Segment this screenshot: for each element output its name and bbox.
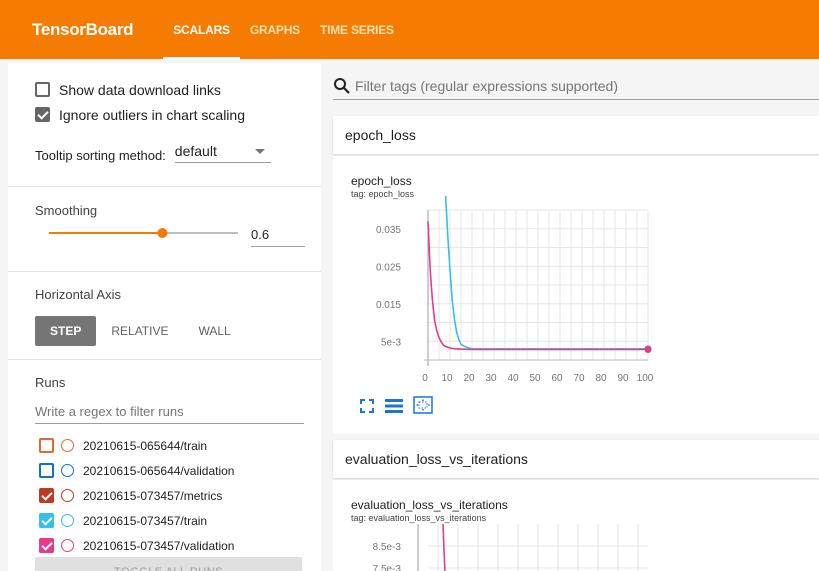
x-tick-label: 0 (422, 373, 428, 384)
show-download-links-label: Show data download links (59, 81, 221, 98)
run-color-icon[interactable] (61, 439, 74, 452)
run-item[interactable]: 20210615-065644/validation (8, 458, 321, 483)
runs-list: 20210615-065644/train 20210615-065644/va… (8, 433, 321, 558)
smoothing-input[interactable]: 0.6 (251, 225, 305, 247)
runs-section: Runs Write a regex to filter runs 202106… (8, 360, 321, 558)
run-name: 20210615-073457/train (83, 513, 208, 528)
x-tick-label: 10 (441, 373, 453, 384)
evaluation-loss-chart[interactable]: 8.5e-3 7.5e-3 (333, 524, 819, 571)
axis-wall-button[interactable]: WALL (183, 316, 245, 346)
run-name: 20210615-065644/validation (83, 463, 235, 478)
run-checkbox[interactable] (39, 513, 54, 528)
horizontal-axis-title: Horizontal Axis (35, 287, 121, 302)
y-tick-label: 0.025 (376, 262, 401, 273)
fullscreen-icon[interactable] (360, 399, 374, 413)
scalar-card-epoch-loss: epoch_loss tag: epoch_loss 5e-3 0.015 0.02… (333, 156, 819, 434)
tab-scalars[interactable]: SCALARS (163, 0, 240, 59)
y-tick-label: 0.015 (376, 300, 401, 311)
axis-relative-button[interactable]: RELATIVE (96, 316, 183, 346)
show-download-links-option[interactable]: Show data download links (8, 77, 321, 102)
x-tick-label: 50 (529, 373, 541, 384)
x-tick-label: 100 (637, 373, 654, 384)
search-icon (334, 77, 350, 94)
toggle-all-runs-button[interactable]: TOGGLE ALL RUNS (35, 557, 302, 571)
sidebar: Show data download links Ignore outliers… (8, 63, 321, 571)
fit-domain-icon[interactable] (413, 396, 433, 414)
x-tick-label: 80 (595, 373, 607, 384)
slider-thumb[interactable] (157, 228, 168, 238)
run-item[interactable]: 20210615-073457/metrics (8, 483, 321, 508)
chart-title: epoch_loss (351, 174, 412, 188)
chevron-down-icon (254, 148, 265, 154)
tab-graphs[interactable]: GRAPHS (240, 0, 310, 59)
x-tick-label: 40 (507, 373, 519, 384)
tooltip-sorting-select[interactable]: default (174, 143, 271, 163)
run-name: 20210615-065644/train (83, 438, 208, 453)
series-line (442, 524, 446, 571)
smoothing-section: Smoothing 0.6 (8, 187, 321, 272)
epoch-loss-chart[interactable]: 5e-3 0.015 0.025 0.035 0 10 20 30 40 50 60 70 80 90 10… (333, 196, 819, 436)
run-name: 20210615-073457/validation (83, 538, 235, 553)
runs-filter-input[interactable]: Write a regex to filter runs (35, 404, 304, 424)
x-tick-label: 60 (551, 373, 563, 384)
brand-title: TensorBoard (32, 19, 134, 39)
tooltip-sorting-label: Tooltip sorting method: (35, 148, 166, 163)
x-tick-label: 90 (617, 373, 629, 384)
tag-filter-input[interactable]: Filter tags (regular expressions support… (333, 72, 819, 100)
runs-title: Runs (35, 375, 66, 390)
run-item[interactable]: 20210615-073457/validation (8, 533, 321, 558)
tag-filter-placeholder: Filter tags (regular expressions support… (355, 77, 619, 94)
top-app-bar: TensorBoard SCALARS GRAPHS TIME SERIES (0, 0, 819, 59)
show-download-links-checkbox[interactable] (35, 82, 50, 97)
series-end-point (644, 346, 652, 353)
chart-tag: tag: evaluation_loss_vs_iterations (351, 513, 487, 523)
scalar-card-evaluation-loss: evaluation_loss_vs_iterations tag: evalu… (333, 480, 819, 571)
smoothing-title: Smoothing (35, 203, 98, 218)
ignore-outliers-label: Ignore outliers in chart scaling (59, 106, 245, 123)
chart-title: evaluation_loss_vs_iterations (351, 498, 508, 512)
x-tick-label: 20 (463, 373, 475, 384)
x-tick-label: 30 (485, 373, 497, 384)
axis-step-button[interactable]: STEP (35, 316, 97, 346)
y-tick-label: 0.035 (376, 225, 401, 236)
ignore-outliers-checkbox[interactable] (35, 107, 50, 122)
category-header-evaluation-loss[interactable]: evaluation_loss_vs_iterations (333, 440, 819, 478)
tab-time-series[interactable]: TIME SERIES (310, 0, 404, 59)
run-color-icon[interactable] (61, 539, 74, 552)
run-color-icon[interactable] (61, 464, 74, 477)
settings-section: Show data download links Ignore outliers… (8, 63, 321, 187)
run-checkbox[interactable] (39, 488, 54, 503)
run-item[interactable]: 20210615-065644/train (8, 433, 321, 458)
log-scale-icon[interactable] (385, 398, 403, 414)
horizontal-axis-section: Horizontal Axis STEP RELATIVE WALL (8, 272, 321, 360)
run-color-icon[interactable] (61, 489, 74, 502)
horizontal-axis-buttons: STEP RELATIVE WALL (8, 316, 321, 346)
tooltip-sorting-row: Tooltip sorting method: default (8, 143, 321, 163)
y-tick-label: 5e-3 (381, 337, 401, 348)
ignore-outliers-option[interactable]: Ignore outliers in chart scaling (8, 102, 321, 127)
category-header-epoch-loss[interactable]: epoch_loss (333, 116, 819, 154)
run-color-icon[interactable] (61, 514, 74, 527)
y-tick-label: 8.5e-3 (373, 542, 402, 553)
run-checkbox[interactable] (39, 438, 54, 453)
y-tick-label: 7.5e-3 (373, 564, 402, 571)
dashboard-tabs: SCALARS GRAPHS TIME SERIES (163, 0, 404, 59)
run-checkbox[interactable] (39, 463, 54, 478)
x-tick-label: 70 (573, 373, 585, 384)
series-line (444, 196, 648, 350)
run-checkbox[interactable] (39, 538, 54, 553)
run-name: 20210615-073457/metrics (83, 488, 223, 503)
tooltip-sorting-value: default (174, 143, 217, 159)
run-item[interactable]: 20210615-073457/train (8, 508, 321, 533)
